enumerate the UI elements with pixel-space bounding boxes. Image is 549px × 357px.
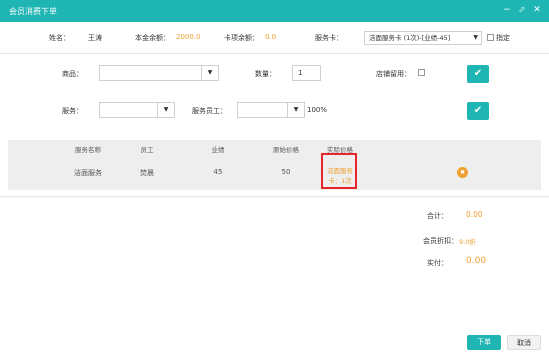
confirm-service-button[interactable]: ✔ — [467, 102, 489, 120]
keep-in-store-checkbox[interactable] — [418, 69, 425, 76]
header-service-name: 服务名称 — [75, 146, 101, 154]
actual-pay-value: 0.00 — [466, 256, 487, 266]
designate-label: 指定 — [496, 34, 510, 42]
staff-dropdown-button[interactable]: ▼ — [288, 102, 305, 118]
caret-down-icon: ▼ — [207, 69, 213, 76]
service-dropdown-button[interactable]: ▼ — [158, 102, 175, 118]
service-card-value: 洁面服务卡 (1次)-[业绩-45] — [369, 34, 451, 42]
total-value: 0.00 — [466, 210, 483, 219]
submit-order-button[interactable]: 下单 — [467, 335, 501, 350]
discount-value: 9.0折 — [459, 238, 476, 246]
product-input[interactable] — [99, 65, 202, 81]
minimize-icon[interactable]: − — [501, 4, 513, 16]
quantity-label: 数量： — [255, 70, 276, 78]
cancel-button[interactable]: 取消 — [507, 335, 541, 350]
maximize-icon[interactable]: ⬀ — [516, 4, 528, 16]
delete-row-icon[interactable]: ✖ — [457, 167, 468, 178]
designate-checkbox[interactable] — [487, 34, 494, 41]
keep-in-store-label: 店铺留用： — [376, 70, 411, 78]
actual-pay-label: 实付： — [427, 259, 448, 267]
window-titlebar: 会员消费下单 − ⬀ ✕ — [0, 0, 549, 22]
discount-label: 会员折扣： — [423, 237, 458, 245]
card-balance-label: 卡项余额： — [224, 34, 259, 42]
caret-down-icon: ▼ — [473, 34, 478, 41]
header-performance: 业绩 — [211, 146, 225, 154]
cell-actual-price: 洁面服务卡：1次 — [327, 167, 353, 185]
total-label: 合计： — [427, 212, 448, 220]
service-card-label: 服务卡： — [315, 34, 343, 42]
staff-label: 服务员工： — [192, 107, 227, 115]
member-info-row: 姓名： 王涛 本金余额： 2000.0 卡项余额： 0.0 服务卡： 洁面服务卡… — [0, 22, 549, 54]
section-divider — [0, 196, 549, 197]
name-value: 王涛 — [88, 34, 102, 42]
cell-original-price: 50 — [281, 168, 291, 176]
check-icon: ✔ — [473, 105, 483, 116]
header-original-price: 原始价格 — [273, 146, 299, 154]
card-balance-value: 0.0 — [265, 33, 277, 41]
service-input[interactable] — [99, 102, 158, 118]
window-title: 会员消费下单 — [9, 7, 57, 16]
service-card-select[interactable]: 洁面服务卡 (1次)-[业绩-45] ▼ — [364, 31, 482, 45]
staff-input[interactable] — [237, 102, 288, 118]
confirm-product-button[interactable]: ✔ — [467, 65, 489, 83]
caret-down-icon: ▼ — [163, 106, 169, 113]
product-dropdown-button[interactable]: ▼ — [202, 65, 219, 81]
cell-staff: 焚晨 — [140, 169, 154, 177]
percent-value: 100% — [307, 106, 328, 114]
check-icon: ✔ — [473, 68, 483, 79]
quantity-input[interactable]: 1 — [292, 65, 321, 81]
caret-down-icon: ▼ — [293, 106, 299, 113]
balance-value: 2000.0 — [176, 33, 201, 41]
cell-performance: 45 — [213, 168, 223, 176]
cell-service-name: 洁面服务 — [74, 169, 102, 177]
product-label: 商品： — [62, 70, 83, 78]
service-label: 服务： — [62, 107, 83, 115]
balance-label: 本金余额： — [135, 34, 170, 42]
close-icon[interactable]: ✕ — [531, 4, 543, 16]
header-staff: 员工 — [140, 146, 154, 154]
name-label: 姓名： — [49, 34, 70, 42]
